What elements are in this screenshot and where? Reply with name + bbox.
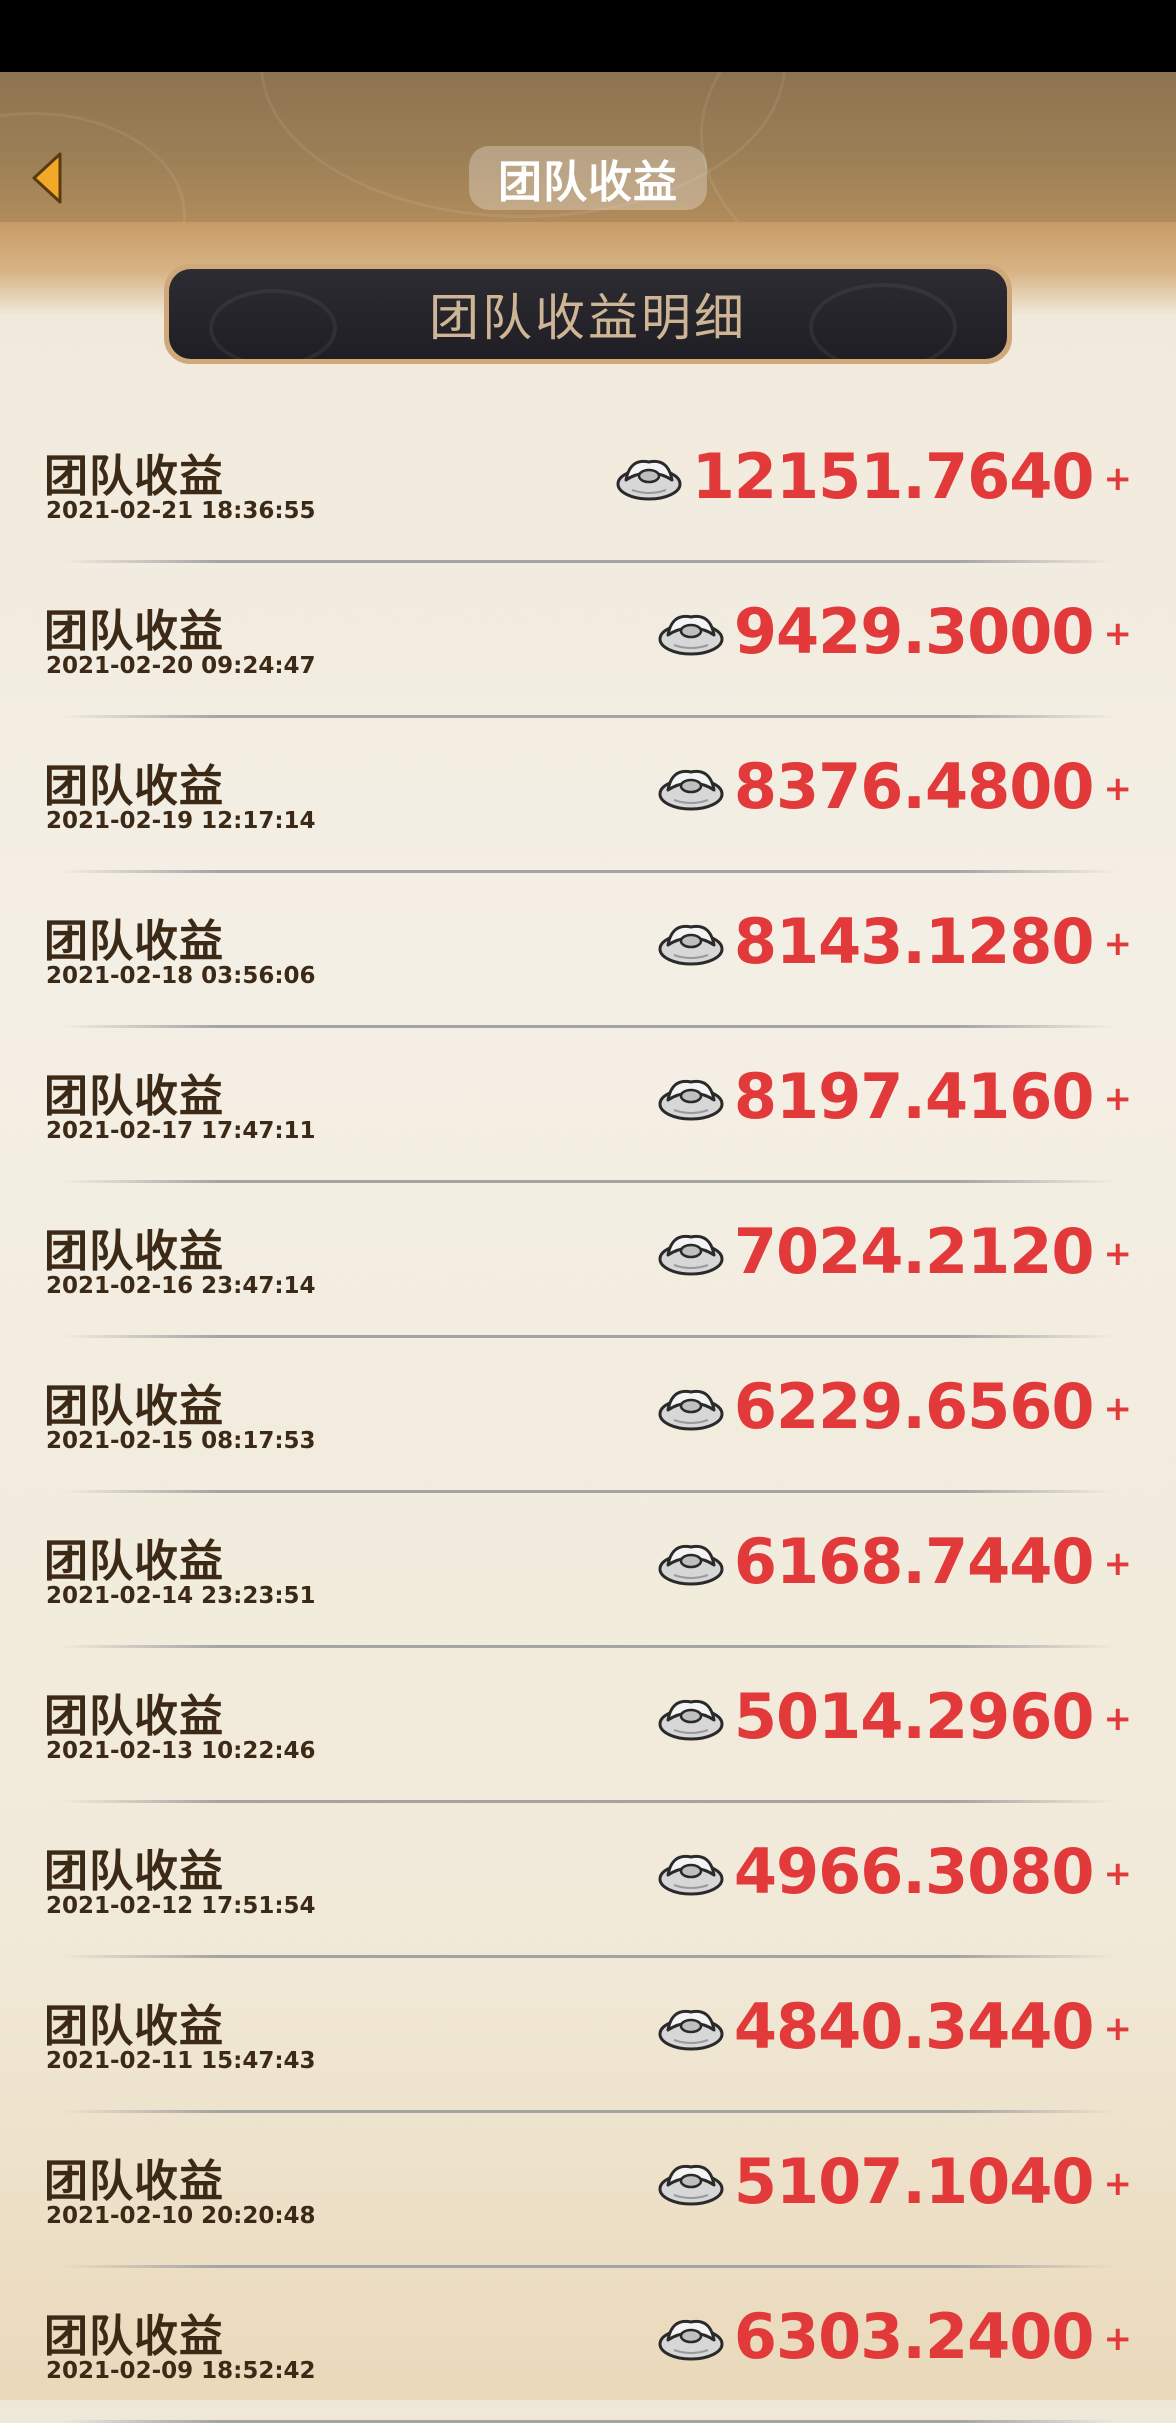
record-time: 2021-02-21 18:36:55 [46, 498, 316, 524]
record-sign: + [1103, 1544, 1133, 1584]
record-label: 团队收益 [44, 2001, 224, 2052]
list-item[interactable]: 团队收益 2021-02-12 17:51:54 4966.3080 + [0, 1803, 1176, 1958]
record-label: 团队收益 [44, 761, 224, 812]
record-label: 团队收益 [44, 1691, 224, 1742]
status-bar [0, 0, 1176, 72]
silver-ingot-icon [658, 1389, 724, 1431]
record-amount-group: 6303.2400 + [656, 2296, 1132, 2376]
section-banner: 团队收益明细 [164, 264, 1012, 364]
record-time: 2021-02-20 09:24:47 [46, 653, 316, 679]
list-item[interactable]: 团队收益 2021-02-13 10:22:46 5014.2960 + [0, 1648, 1176, 1803]
list-item[interactable]: 团队收益 2021-02-16 23:47:14 7024.2120 + [0, 1183, 1176, 1338]
record-amount: 8197.4160 [733, 1059, 1095, 1133]
record-sign: + [1103, 614, 1133, 654]
record-amount-group: 6168.7440 + [656, 1521, 1132, 1601]
record-sign: + [1103, 1699, 1133, 1739]
silver-ingot-icon [658, 924, 724, 966]
record-amount: 12151.7640 [691, 439, 1095, 513]
record-sign: + [1103, 2164, 1133, 2204]
record-sign: + [1103, 924, 1133, 964]
silver-ingot-icon [658, 1699, 724, 1741]
list-item[interactable]: 团队收益 2021-02-14 23:23:51 6168.7440 + [0, 1493, 1176, 1648]
record-amount: 7024.2120 [733, 1214, 1095, 1288]
record-amount-group: 4840.3440 + [656, 1986, 1132, 2066]
record-amount-group: 5014.2960 + [656, 1676, 1132, 1756]
list-item[interactable]: 团队收益 2021-02-11 15:47:43 4840.3440 + [0, 1958, 1176, 2113]
record-time: 2021-02-09 18:52:42 [46, 2358, 316, 2384]
silver-ingot-icon [658, 1544, 724, 1586]
record-amount: 5014.2960 [733, 1679, 1095, 1753]
record-list: 团队收益 2021-02-21 18:36:55 12151.7640 + 团队… [0, 408, 1176, 2423]
record-time: 2021-02-14 23:23:51 [46, 1583, 316, 1609]
record-amount: 8376.4800 [733, 749, 1095, 823]
record-amount: 5107.1040 [733, 2144, 1095, 2218]
record-label: 团队收益 [44, 1226, 224, 1277]
list-item[interactable]: 团队收益 2021-02-15 08:17:53 6229.6560 + [0, 1338, 1176, 1493]
silver-ingot-icon [658, 2319, 724, 2361]
record-amount: 9429.3000 [733, 594, 1095, 668]
record-label: 团队收益 [44, 916, 224, 967]
record-amount-group: 6229.6560 + [656, 1366, 1132, 1446]
silver-ingot-icon [658, 614, 724, 656]
page-title-pill: 团队收益 [469, 146, 707, 210]
record-sign: + [1103, 2009, 1133, 2049]
record-amount: 6303.2400 [733, 2299, 1095, 2373]
record-label: 团队收益 [44, 1846, 224, 1897]
silver-ingot-icon [658, 2009, 724, 2051]
record-amount-group: 4966.3080 + [656, 1831, 1132, 1911]
record-amount-group: 5107.1040 + [656, 2141, 1132, 2221]
record-sign: + [1103, 459, 1133, 499]
record-label: 团队收益 [44, 2311, 224, 2362]
record-label: 团队收益 [44, 1381, 224, 1432]
list-item[interactable]: 团队收益 2021-02-21 18:36:55 12151.7640 + [0, 408, 1176, 563]
list-item[interactable]: 团队收益 2021-02-20 09:24:47 9429.3000 + [0, 563, 1176, 718]
silver-ingot-icon [658, 1234, 724, 1276]
list-item[interactable]: 团队收益 2021-02-18 03:56:06 8143.1280 + [0, 873, 1176, 1028]
record-amount: 4840.3440 [733, 1989, 1095, 2063]
record-sign: + [1103, 769, 1133, 809]
record-time: 2021-02-17 17:47:11 [46, 1118, 316, 1144]
silver-ingot-icon [658, 1079, 724, 1121]
record-sign: + [1103, 1389, 1133, 1429]
list-item[interactable]: 团队收益 2021-02-10 20:20:48 5107.1040 + [0, 2113, 1176, 2268]
record-time: 2021-02-10 20:20:48 [46, 2203, 316, 2229]
page-title: 团队收益 [498, 157, 678, 208]
record-amount-group: 7024.2120 + [656, 1211, 1132, 1291]
record-time: 2021-02-15 08:17:53 [46, 1428, 316, 1454]
record-amount: 8143.1280 [733, 904, 1095, 978]
back-button[interactable] [28, 150, 64, 206]
record-time: 2021-02-11 15:47:43 [46, 2048, 316, 2074]
record-time: 2021-02-16 23:47:14 [46, 1273, 316, 1299]
list-item[interactable]: 团队收益 2021-02-19 12:17:14 8376.4800 + [0, 718, 1176, 873]
record-label: 团队收益 [44, 1536, 224, 1587]
record-amount-group: 12151.7640 + [614, 436, 1132, 516]
silver-ingot-icon [658, 1854, 724, 1896]
record-sign: + [1103, 1854, 1133, 1894]
silver-ingot-icon [658, 2164, 724, 2206]
record-amount-group: 8143.1280 + [656, 901, 1132, 981]
record-label: 团队收益 [44, 606, 224, 657]
list-item[interactable]: 团队收益 2021-02-17 17:47:11 8197.4160 + [0, 1028, 1176, 1183]
record-label: 团队收益 [44, 1071, 224, 1122]
record-amount: 6168.7440 [733, 1524, 1095, 1598]
record-amount-group: 8376.4800 + [656, 746, 1132, 826]
record-amount-group: 8197.4160 + [656, 1056, 1132, 1136]
back-arrow-icon [32, 152, 62, 204]
silver-ingot-icon [616, 459, 682, 501]
record-time: 2021-02-13 10:22:46 [46, 1738, 316, 1764]
record-label: 团队收益 [44, 451, 224, 502]
record-label: 团队收益 [44, 2156, 224, 2207]
record-time: 2021-02-18 03:56:06 [46, 963, 316, 989]
record-amount: 6229.6560 [733, 1369, 1095, 1443]
record-amount: 4966.3080 [733, 1834, 1095, 1908]
record-sign: + [1103, 2319, 1133, 2359]
record-time: 2021-02-19 12:17:14 [46, 808, 316, 834]
record-sign: + [1103, 1234, 1133, 1274]
section-title: 团队收益明细 [429, 289, 747, 347]
record-amount-group: 9429.3000 + [656, 591, 1132, 671]
record-sign: + [1103, 1079, 1133, 1119]
silver-ingot-icon [658, 769, 724, 811]
record-time: 2021-02-12 17:51:54 [46, 1893, 316, 1919]
